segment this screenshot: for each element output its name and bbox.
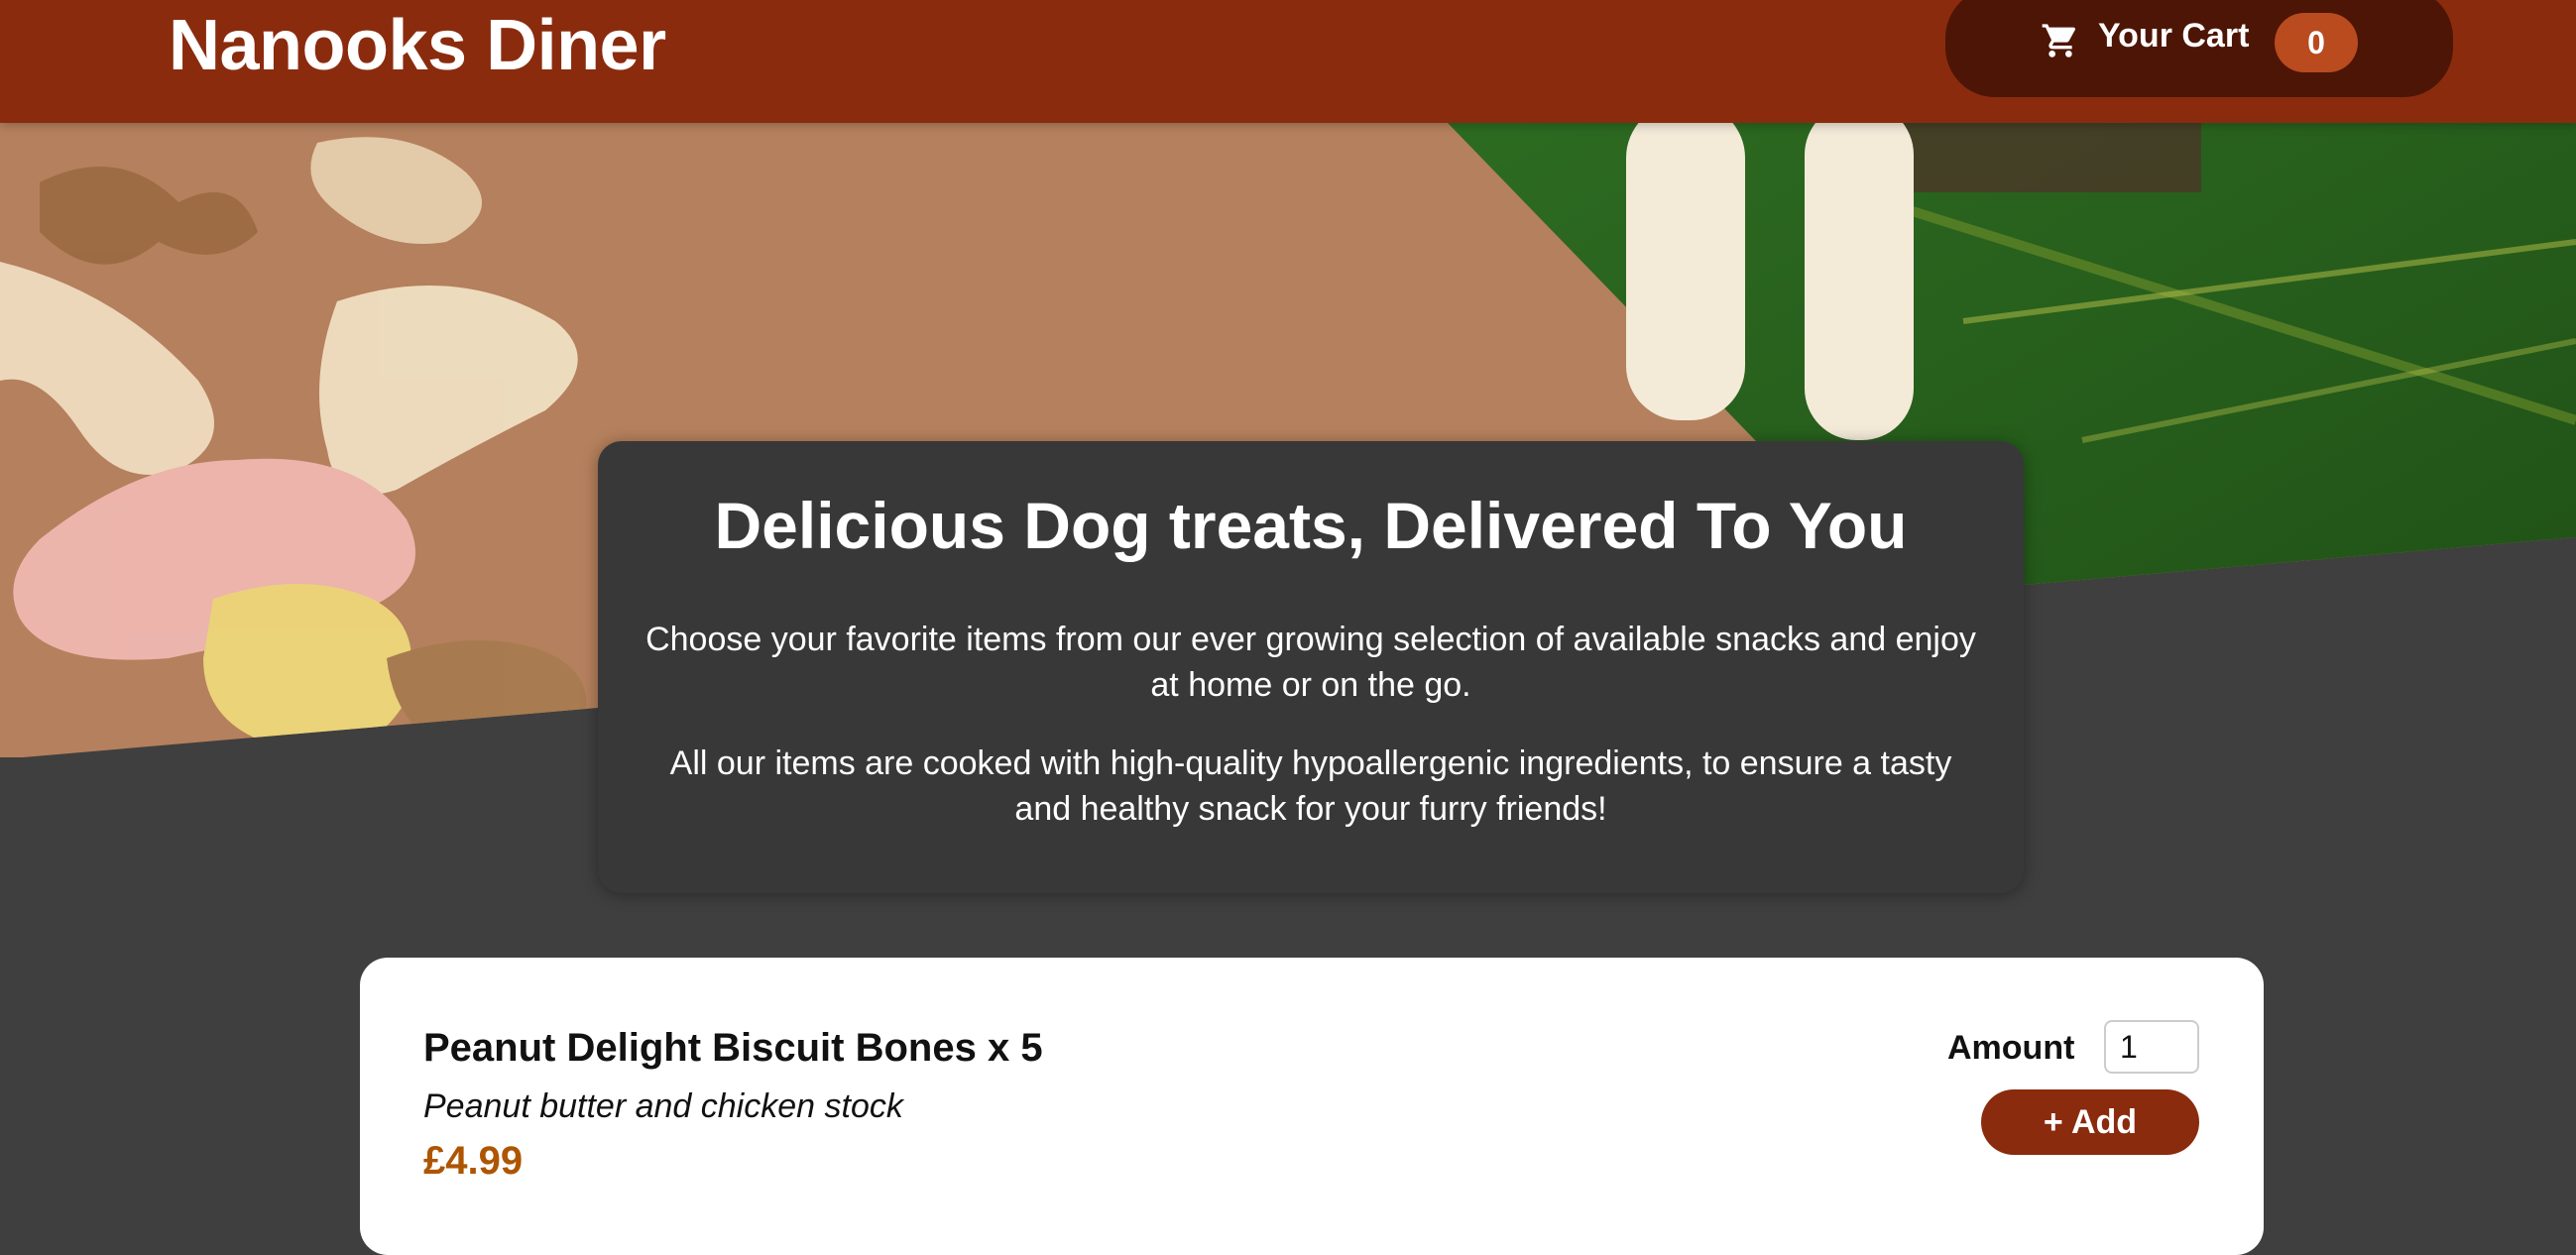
meals-card: Peanut Delight Biscuit Bones x 5 Peanut … xyxy=(360,958,2264,1255)
summary-paragraph: All our items are cooked with high-quali… xyxy=(669,744,1952,828)
summary-card: Delicious Dog treats, Delivered To You C… xyxy=(598,441,2024,893)
meal-description: Peanut butter and chicken stock xyxy=(423,1087,903,1125)
meal-name: Peanut Delight Biscuit Bones x 5 xyxy=(423,1026,1043,1070)
amount-input[interactable] xyxy=(2104,1020,2199,1074)
site-logo: Nanooks Diner xyxy=(169,6,666,85)
add-to-cart-button[interactable]: + Add xyxy=(1981,1089,2199,1155)
summary-paragraph: Choose your favorite items from our ever… xyxy=(645,621,1976,704)
cart-button[interactable]: Your Cart 0 xyxy=(1945,0,2453,97)
site-header: Nanooks Diner Your Cart 0 xyxy=(0,0,2576,123)
cart-label: Your Cart xyxy=(2098,17,2250,55)
meal-price: £4.99 xyxy=(423,1139,524,1183)
amount-label: Amount xyxy=(1947,1029,2075,1067)
summary-title: Delicious Dog treats, Delivered To You xyxy=(714,489,1908,562)
cart-icon xyxy=(2041,21,2080,60)
cart-count-badge: 0 xyxy=(2275,13,2358,72)
